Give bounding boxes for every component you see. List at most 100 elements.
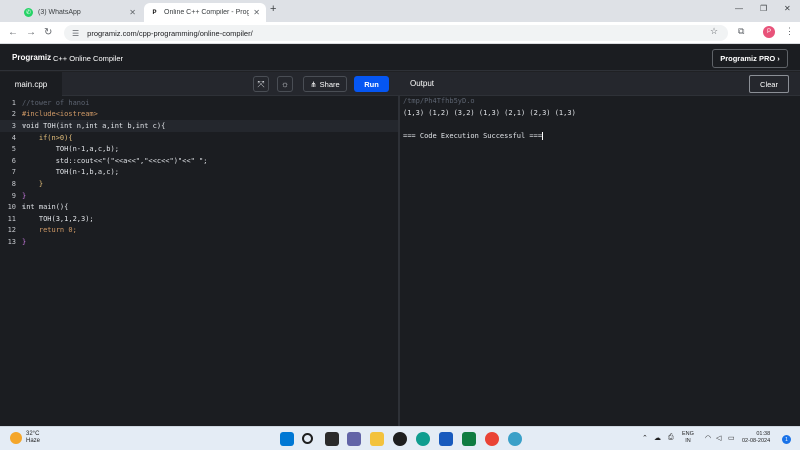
code-text: if(n>0){	[22, 133, 73, 142]
code-line[interactable]: 9}	[0, 190, 398, 202]
line-number: 11	[7, 214, 16, 223]
line-number: 3	[11, 121, 16, 130]
line-number: 10	[7, 203, 16, 212]
app-header: Programiz C++ Online Compiler Programiz …	[0, 45, 800, 71]
tab-programiz[interactable]: P Online C++ Compiler - Programiz ✕	[144, 3, 266, 22]
code-line[interactable]: 5 TOH(n-1,a,c,b);	[0, 143, 398, 155]
close-tab-icon[interactable]: ✕	[129, 8, 136, 17]
line-number: 12	[7, 226, 16, 235]
back-icon[interactable]: ←	[8, 27, 18, 38]
windows-start-icon[interactable]	[280, 432, 294, 446]
line-number: 7	[11, 168, 16, 177]
code-text: }	[22, 237, 27, 246]
line-number: 13	[7, 237, 16, 246]
theme-toggle-icon[interactable]: ☼	[277, 76, 293, 92]
line-number: 2	[11, 110, 16, 119]
dell-icon[interactable]	[393, 432, 407, 446]
wifi-icon[interactable]: ◠	[705, 434, 711, 442]
code-text: std::cout<<"("<<a<<","<<c<<")"<<" ";	[22, 156, 208, 165]
code-line[interactable]: 12 return 0;	[0, 225, 398, 237]
code-line[interactable]: 13}	[0, 236, 398, 248]
chrome-icon[interactable]	[485, 432, 499, 446]
url-field[interactable]: ☰ programiz.com/cpp-programming/online-c…	[64, 25, 728, 41]
code-line[interactable]: 8 }	[0, 178, 398, 190]
code-line[interactable]: 3 void TOH(int n,int a,int b,int c){	[0, 120, 398, 132]
edge-icon[interactable]	[416, 432, 430, 446]
search-icon[interactable]	[302, 433, 313, 444]
extensions-icon[interactable]: ⧉	[738, 26, 744, 37]
windows-taskbar: 32°C Haze ⌃ ☁ ⎙ ENG IN ◠ ◁ ▭ 01:38 02-08…	[0, 426, 800, 450]
task-view-icon[interactable]	[325, 432, 339, 446]
code-text: void TOH(int n,int a,int b,int c){	[22, 121, 166, 130]
code-text: }	[22, 179, 44, 188]
window-close-icon[interactable]: ✕	[784, 4, 791, 13]
share-button[interactable]: ⋔ Share	[303, 76, 347, 92]
battery-icon[interactable]: ▭	[728, 434, 735, 442]
line-number: 6	[11, 156, 16, 165]
reload-icon[interactable]: ↻	[44, 27, 52, 38]
code-text: //tower of hanoi	[22, 98, 90, 107]
file-explorer-icon[interactable]	[370, 432, 384, 446]
programiz-logo[interactable]: Programiz	[12, 53, 51, 62]
code-line[interactable]: 7 TOH(n-1,b,a,c);	[0, 167, 398, 179]
address-bar: ← → ↻ ☰ programiz.com/cpp-programming/on…	[0, 22, 800, 44]
output-status: === Code Execution Successful ===	[403, 132, 544, 140]
fullscreen-icon[interactable]: ⤧	[253, 76, 269, 92]
minimize-icon[interactable]: —	[735, 4, 743, 13]
url-text: programiz.com/cpp-programming/online-com…	[87, 28, 253, 38]
line-number: 8	[11, 179, 16, 188]
clock[interactable]: 01:38 02-08-2024	[742, 431, 770, 445]
status-text: === Code Execution Successful ===	[403, 132, 543, 140]
programiz-favicon-icon: P	[150, 8, 159, 17]
language-indicator[interactable]: ENG IN	[682, 431, 694, 445]
word-icon[interactable]	[439, 432, 453, 446]
weather-text: 32°C Haze	[26, 431, 40, 445]
close-tab-icon[interactable]: ✕	[253, 8, 260, 17]
volume-icon[interactable]: ◁	[716, 434, 721, 442]
line-number: 1	[11, 98, 16, 107]
code-line[interactable]: 6 std::cout<<"("<<a<<","<<c<<")"<<" ";	[0, 155, 398, 167]
page-title: C++ Online Compiler	[53, 54, 124, 63]
haze-sun-icon	[10, 432, 22, 444]
text-cursor	[542, 132, 544, 140]
code-line[interactable]: 4 if(n>0){	[0, 132, 398, 144]
bookmark-star-icon[interactable]: ☆	[710, 26, 718, 37]
forward-icon[interactable]: →	[26, 27, 36, 38]
run-button[interactable]: Run	[354, 76, 389, 92]
line-number: 4	[11, 133, 16, 142]
line-number: 5	[11, 145, 16, 154]
notification-badge[interactable]: 1	[782, 435, 791, 444]
share-icon: ⋔	[310, 79, 317, 89]
chevron-up-icon[interactable]: ⌃	[642, 434, 648, 442]
cloud-icon[interactable]: ☁	[654, 434, 661, 442]
code-line[interactable]: 11 TOH(3,1,2,3);	[0, 213, 398, 225]
output-heading: Output	[410, 79, 435, 88]
date: 02-08-2024	[742, 438, 771, 444]
browser-menu-icon[interactable]: ⋮	[785, 26, 794, 37]
code-editor[interactable]: 1 //tower of hanoi 2 #include<iostream> 3v…	[0, 96, 398, 426]
site-info-icon[interactable]: ☰	[72, 29, 79, 38]
share-label: Share	[319, 79, 340, 89]
code-text: TOH(3,1,2,3);	[22, 214, 94, 223]
tab-whatsapp[interactable]: ✆ (3) WhatsApp ✕	[18, 3, 142, 22]
programiz-pro-button[interactable]: Programiz PRO ›	[712, 49, 788, 68]
chat-icon[interactable]	[347, 432, 361, 446]
weather-widget[interactable]: 32°C Haze	[10, 431, 40, 445]
excel-icon[interactable]	[462, 432, 476, 446]
clear-button[interactable]: Clear	[749, 75, 789, 93]
fold-arrow-icon[interactable]: ▼	[22, 204, 25, 210]
time: 01:38	[756, 431, 771, 437]
printer-icon[interactable]: ⎙	[668, 434, 674, 442]
whatsapp-icon: ✆	[24, 8, 33, 17]
code-line[interactable]: 10 int main(){	[0, 201, 398, 213]
fold-arrow-icon[interactable]: ▼	[22, 123, 25, 129]
region-code: IN	[685, 438, 691, 444]
file-tab-main-cpp[interactable]: main.cpp	[0, 72, 62, 96]
new-tab-button[interactable]: +	[270, 3, 276, 15]
app-icon[interactable]	[508, 432, 522, 446]
restore-icon[interactable]: ❐	[760, 4, 767, 13]
profile-avatar[interactable]: P	[763, 26, 775, 38]
code-line[interactable]: 2 #include<iostream>	[0, 109, 398, 121]
code-line[interactable]: 1 //tower of hanoi	[0, 97, 398, 109]
output-panel: /tmp/Ph4Tfhb5yD.o (1,3) (1,2) (3,2) (1,3…	[400, 96, 800, 426]
